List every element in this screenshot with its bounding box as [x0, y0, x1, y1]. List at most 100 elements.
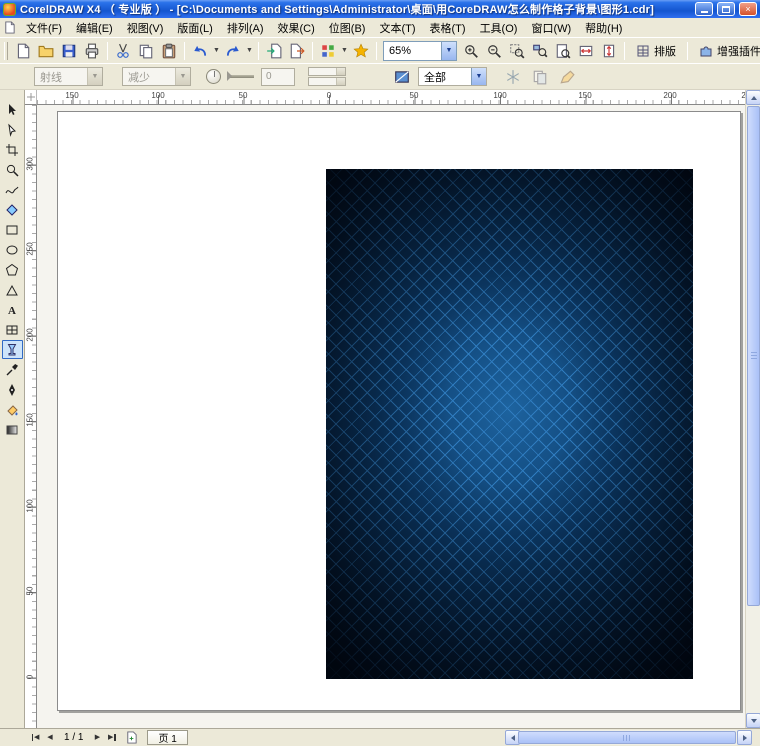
- rectangle-tool[interactable]: [2, 220, 23, 239]
- eyedropper-tool[interactable]: [2, 360, 23, 379]
- add-page-button[interactable]: [123, 730, 139, 744]
- polygon-tool[interactable]: [2, 260, 23, 279]
- export-button[interactable]: [286, 40, 308, 62]
- paste-button[interactable]: [158, 40, 180, 62]
- menu-help[interactable]: 帮助(H): [578, 18, 629, 38]
- menu-file[interactable]: 文件(F): [19, 18, 69, 38]
- next-page-button[interactable]: ▶: [90, 730, 104, 744]
- menu-edit[interactable]: 编辑(E): [69, 18, 120, 38]
- vertical-ruler[interactable]: 300 250 200 150 100 50 0: [25, 105, 37, 728]
- page[interactable]: [57, 111, 741, 711]
- menu-table[interactable]: 表格(T): [423, 18, 473, 38]
- chevron-down-icon[interactable]: ▼: [471, 68, 486, 85]
- import-button[interactable]: [263, 40, 285, 62]
- zoom-all-objects-button[interactable]: [529, 40, 551, 62]
- menu-text[interactable]: 文本(T): [372, 18, 422, 38]
- vertical-scrollbar[interactable]: [745, 90, 760, 728]
- scroll-up-button[interactable]: [746, 90, 760, 105]
- zoom-selected-button[interactable]: [506, 40, 528, 62]
- zoom-to-height-button[interactable]: [598, 40, 620, 62]
- zoom-tool[interactable]: [2, 160, 23, 179]
- freeze-transparency-button[interactable]: [502, 67, 524, 87]
- menu-tools[interactable]: 工具(O): [473, 18, 525, 38]
- cut-button[interactable]: [112, 40, 134, 62]
- copy-button[interactable]: [135, 40, 157, 62]
- freehand-tool[interactable]: [2, 180, 23, 199]
- menu-view[interactable]: 视图(V): [120, 18, 171, 38]
- menu-effects[interactable]: 效果(C): [271, 18, 322, 38]
- transparency-angle-dial[interactable]: [206, 69, 221, 84]
- transparency-swatch-button[interactable]: [391, 67, 413, 87]
- redo-button[interactable]: [222, 40, 244, 62]
- last-page-button[interactable]: ▶: [105, 730, 119, 744]
- copy-icon: [138, 43, 154, 59]
- enhance-plugin-button[interactable]: 增强插件: [692, 40, 760, 62]
- horizontal-ruler[interactable]: 150 100 50 0 50 100 150 200 250: [37, 90, 745, 105]
- transparency-type-combo[interactable]: 射线 ▼: [34, 67, 103, 86]
- menu-arrange[interactable]: 排列(A): [220, 18, 271, 38]
- redo-dropdown-caret[interactable]: ▼: [245, 40, 254, 62]
- center-y-stepper[interactable]: [308, 77, 346, 86]
- application-launcher-button[interactable]: [317, 40, 339, 62]
- chevron-down-icon[interactable]: ▼: [175, 68, 190, 85]
- undo-button[interactable]: [189, 40, 211, 62]
- horizontal-scroll-thumb[interactable]: [518, 731, 736, 744]
- redo-icon: [225, 43, 241, 59]
- interactive-transparency-tool[interactable]: [2, 340, 23, 359]
- open-button[interactable]: [35, 40, 57, 62]
- crop-tool[interactable]: [2, 140, 23, 159]
- interactive-fill-tool[interactable]: [2, 420, 23, 439]
- print-button[interactable]: [81, 40, 103, 62]
- transparency-operation-combo[interactable]: 减少 ▼: [122, 67, 191, 86]
- pick-tool[interactable]: [2, 100, 23, 119]
- menu-bitmaps[interactable]: 位图(B): [322, 18, 373, 38]
- scroll-down-button[interactable]: [746, 713, 760, 728]
- ellipse-tool[interactable]: [2, 240, 23, 259]
- typesetting-plugin-button[interactable]: 排版: [629, 40, 683, 62]
- save-button[interactable]: [58, 40, 80, 62]
- transparency-midpoint-input[interactable]: 0: [261, 68, 295, 86]
- table-tool[interactable]: [2, 320, 23, 339]
- scroll-right-button[interactable]: [737, 730, 752, 745]
- zoom-level-combo[interactable]: 65% ▼: [383, 41, 457, 61]
- transparency-midpoint-slider[interactable]: [228, 75, 254, 78]
- basic-shapes-tool[interactable]: [2, 280, 23, 299]
- page-tab[interactable]: 页 1: [147, 730, 187, 745]
- undo-dropdown-caret[interactable]: ▼: [212, 40, 221, 62]
- first-page-button[interactable]: ◀: [28, 730, 42, 744]
- zoom-to-width-button[interactable]: [575, 40, 597, 62]
- toolbar-grip[interactable]: [4, 42, 8, 60]
- edit-transparency-button[interactable]: [556, 67, 578, 87]
- close-button[interactable]: ×: [739, 2, 757, 16]
- new-document-button[interactable]: [12, 40, 34, 62]
- center-x-stepper[interactable]: [308, 67, 346, 76]
- text-tool[interactable]: A: [2, 300, 23, 319]
- fill-tool[interactable]: [2, 400, 23, 419]
- slider-handle-icon[interactable]: [227, 71, 232, 81]
- smart-fill-tool[interactable]: [2, 200, 23, 219]
- copy-transparency-button[interactable]: [529, 67, 551, 87]
- chevron-down-icon[interactable]: ▼: [441, 42, 456, 60]
- drawing-canvas[interactable]: [37, 105, 745, 728]
- zoom-out-icon: [486, 43, 502, 59]
- zoom-to-page-button[interactable]: [552, 40, 574, 62]
- stepper-arrows-icon[interactable]: [336, 78, 345, 85]
- restore-button[interactable]: [717, 2, 735, 16]
- ruler-origin[interactable]: [25, 90, 37, 105]
- menu-window[interactable]: 窗口(W): [524, 18, 578, 38]
- application-launcher-caret[interactable]: ▼: [340, 40, 349, 62]
- horizontal-scrollbar[interactable]: [505, 730, 752, 745]
- grid-pattern-artwork[interactable]: [326, 169, 693, 679]
- outline-pen-tool[interactable]: [2, 380, 23, 399]
- transparency-target-combo[interactable]: 全部 ▼: [418, 67, 487, 86]
- previous-page-button[interactable]: ◀: [43, 730, 57, 744]
- chevron-down-icon[interactable]: ▼: [87, 68, 102, 85]
- zoom-out-button[interactable]: [483, 40, 505, 62]
- vertical-scroll-thumb[interactable]: [747, 106, 760, 606]
- welcome-screen-button[interactable]: [350, 40, 372, 62]
- minimize-button[interactable]: [695, 2, 713, 16]
- stepper-arrows-icon[interactable]: [336, 68, 345, 75]
- shape-tool[interactable]: [2, 120, 23, 139]
- menu-layout[interactable]: 版面(L): [170, 18, 219, 38]
- zoom-in-button[interactable]: [460, 40, 482, 62]
